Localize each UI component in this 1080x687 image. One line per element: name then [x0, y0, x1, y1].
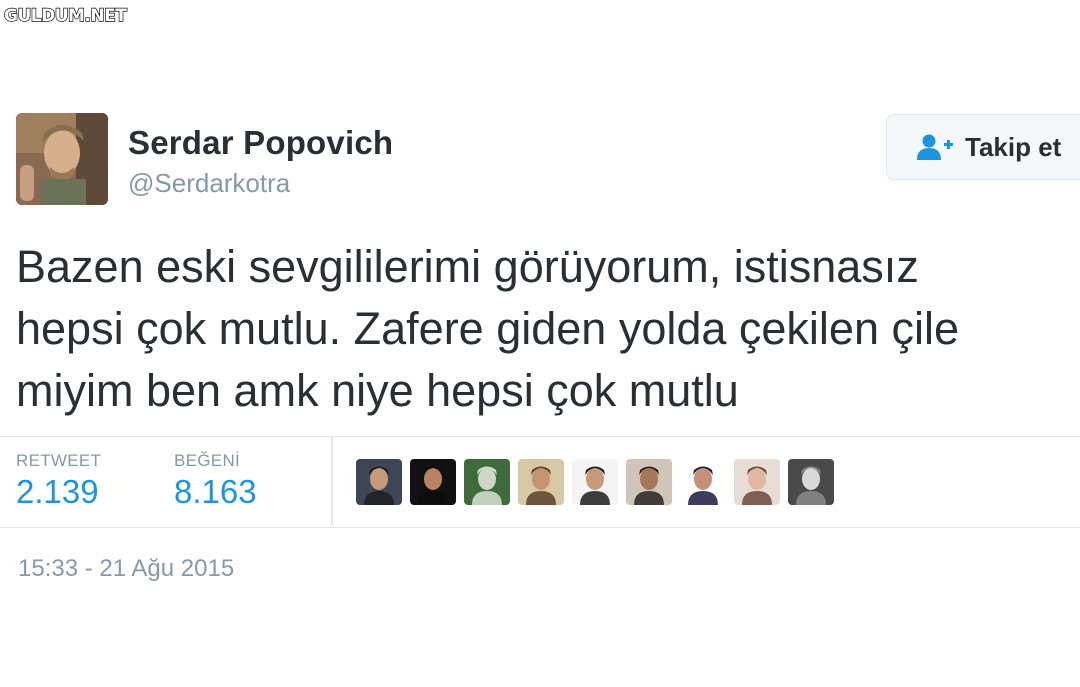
liker-avatar[interactable]	[734, 459, 780, 505]
like-count: 8.163	[174, 473, 257, 510]
author-name[interactable]: Serdar Popovich	[128, 124, 393, 162]
tweet-stats: RETWEET 2.139 BEĞENİ 8.163	[0, 436, 1080, 528]
tweet-text: Bazen eski sevgililerimi görüyorum, isti…	[16, 236, 1080, 422]
liker-avatars	[356, 459, 834, 505]
liker-avatar[interactable]	[464, 459, 510, 505]
retweet-stat[interactable]: RETWEET 2.139	[16, 451, 101, 511]
retweet-label: RETWEET	[16, 451, 102, 470]
stats-divider	[331, 437, 333, 526]
tweet-text-line: Bazen eski sevgililerimi görüyorum, isti…	[16, 241, 919, 292]
liker-avatar[interactable]	[572, 459, 618, 505]
retweet-count: 2.139	[16, 473, 99, 510]
liker-avatar[interactable]	[680, 459, 726, 505]
tweet-text-line: miyim ben amk niye hepsi çok mutlu	[16, 365, 739, 416]
tweet-text-line: hepsi çok mutlu. Zafere giden yolda çeki…	[16, 303, 960, 354]
watermark-logo: GULDUM.NET	[3, 5, 127, 26]
tweet-timestamp[interactable]: 15:33 - 21 Ağu 2015	[18, 555, 234, 583]
follow-button[interactable]: Takip et	[886, 114, 1080, 180]
like-label: BEĞENİ	[174, 451, 241, 470]
liker-avatar[interactable]	[626, 459, 672, 505]
author-handle[interactable]: @Serdarkotra	[128, 168, 290, 199]
like-stat[interactable]: BEĞENİ 8.163	[174, 451, 257, 511]
liker-avatar[interactable]	[356, 459, 402, 505]
liker-avatar[interactable]	[788, 459, 834, 505]
author-avatar[interactable]	[16, 113, 108, 205]
liker-avatar[interactable]	[410, 459, 456, 505]
follow-button-label: Takip et	[965, 131, 1062, 162]
add-user-icon	[917, 133, 953, 161]
liker-avatar[interactable]	[518, 459, 564, 505]
